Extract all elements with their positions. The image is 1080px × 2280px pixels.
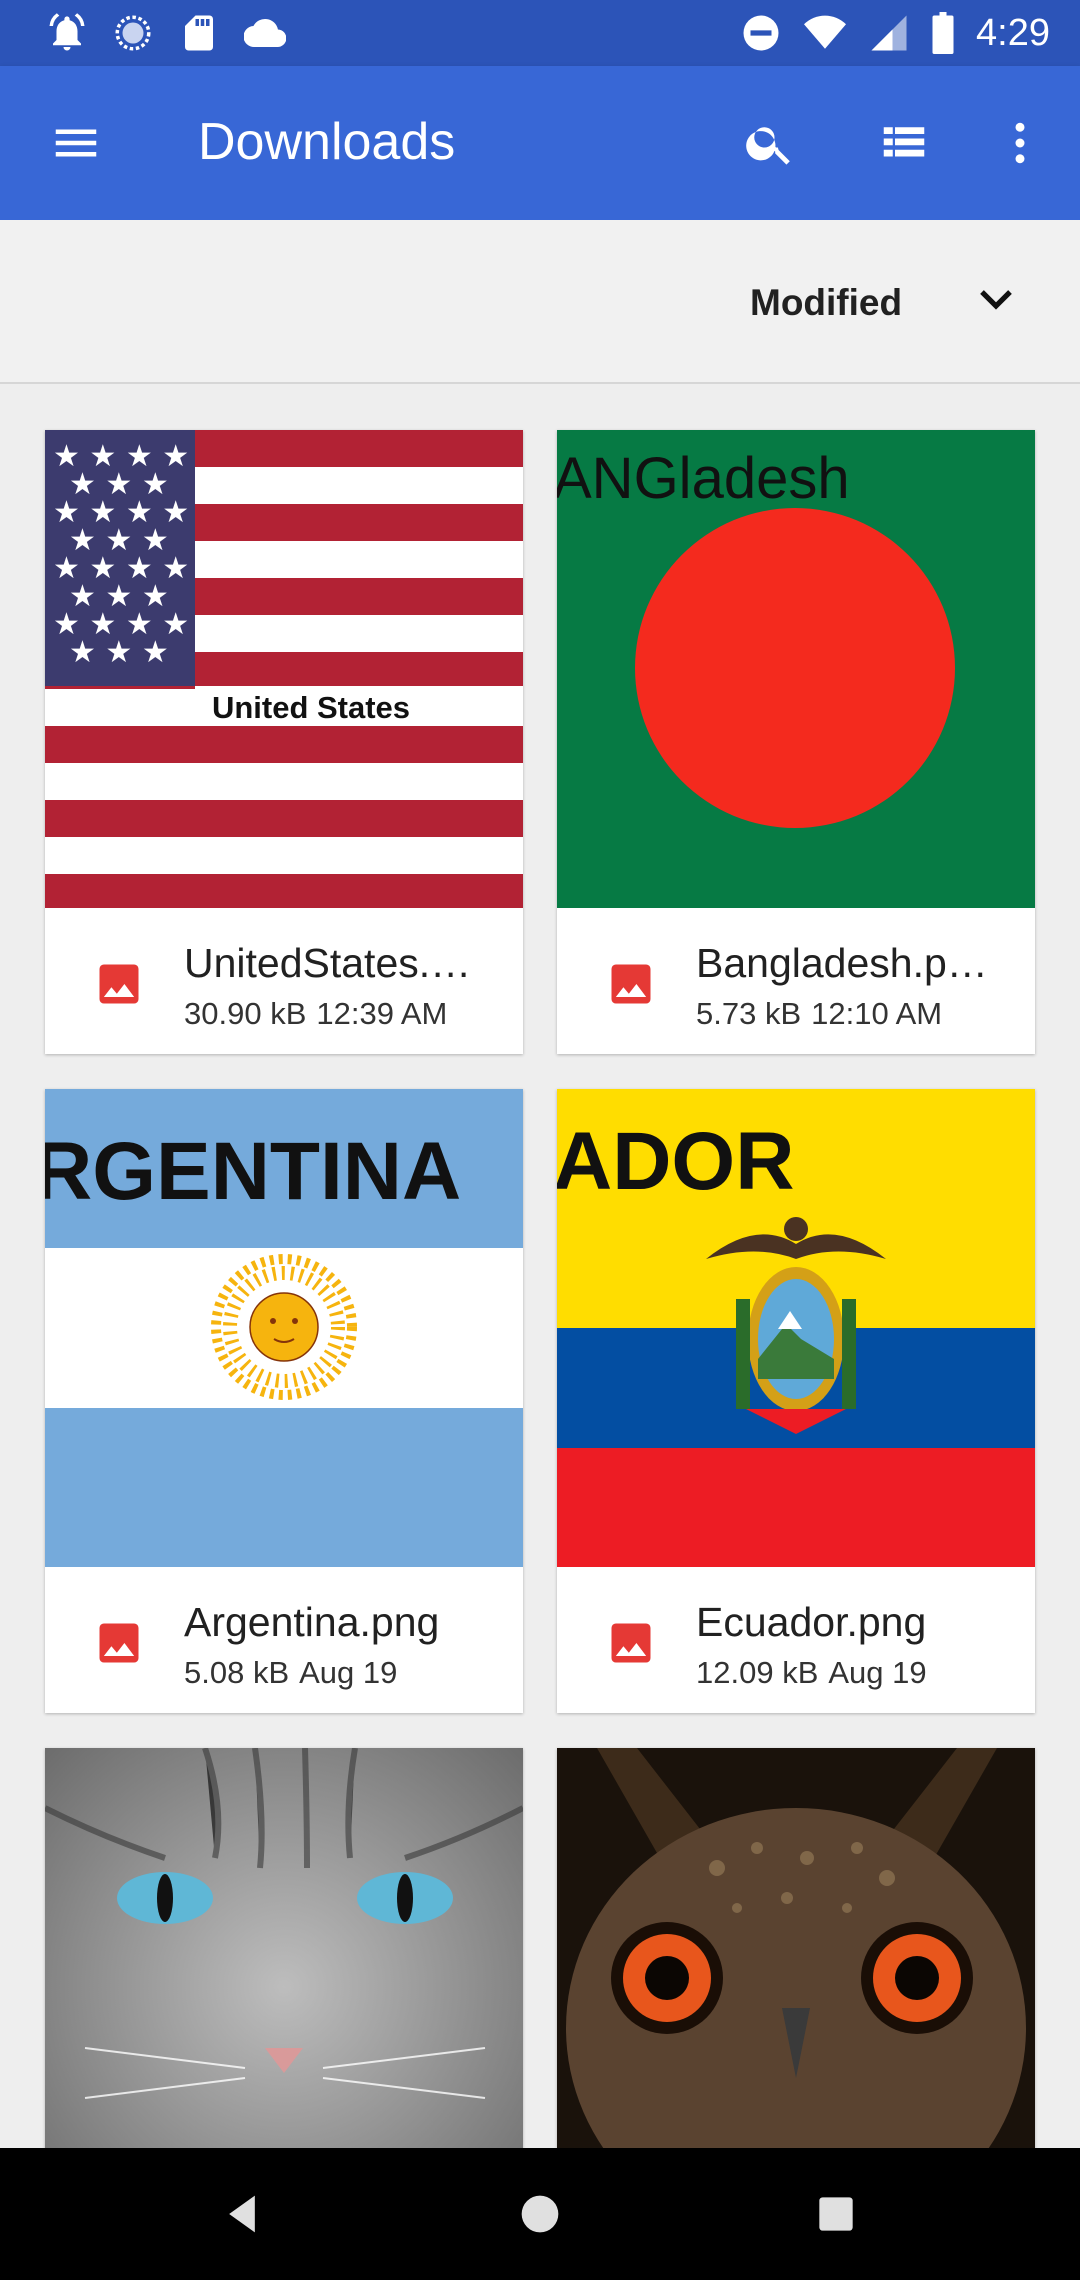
thumb-caption: RGENTINA (45, 1126, 461, 1217)
back-button[interactable] (206, 2178, 278, 2250)
file-grid: ★ ★ ★ ★ ★ ★ ★ ★ ★ ★ ★ ★ ★ ★ ★ ★ ★ ★ ★ ★ ★ ★… (0, 384, 1080, 2148)
search-icon (746, 127, 790, 165)
image-file-icon (611, 964, 651, 1004)
recents-icon (819, 2197, 853, 2231)
bangladesh-flag-image: ANGladesh (557, 430, 1035, 908)
list-view-button[interactable] (870, 109, 938, 177)
owl-photo-image (557, 1748, 1035, 2148)
file-thumbnail: ★ ★ ★ ★ ★ ★ ★ ★ ★ ★ ★ ★ ★ ★ ★ ★ ★ ★ ★ ★ ★ ★… (45, 430, 523, 908)
image-file-icon (99, 1623, 139, 1663)
file-name: Argentina.png (184, 1599, 440, 1645)
battery-icon (932, 12, 954, 54)
page-title: Downloads (198, 113, 456, 171)
status-bar: 4:29 (0, 0, 1080, 66)
do-not-disturb-icon (743, 15, 779, 51)
file-time: 12:10 AM (811, 996, 943, 1031)
file-time: Aug 19 (828, 1655, 927, 1690)
file-card[interactable]: ANGladesh Bangladesh.p… 5.73 kB 12:10 AM (557, 430, 1035, 1054)
file-details: 5.73 kB 12:10 AM (696, 996, 942, 1032)
recents-button[interactable] (800, 2178, 872, 2250)
file-time: 12:39 AM (316, 996, 448, 1031)
menu-icon (55, 129, 97, 157)
file-card[interactable]: RGENTINA Argentina.png 5.08 kB Aug 19 (45, 1089, 523, 1713)
sort-bar: Modified (0, 220, 1080, 384)
cloud-icon (244, 18, 286, 48)
overflow-menu-button[interactable] (986, 109, 1054, 177)
ecuador-flag-image: ADOR (557, 1089, 1035, 1567)
file-size: 5.08 kB (184, 1655, 290, 1690)
file-thumbnail (557, 1748, 1035, 2148)
image-file-icon (611, 1623, 651, 1663)
thumb-caption: United States (212, 690, 410, 725)
thumb-caption: ANGladesh (557, 446, 850, 511)
alarm-icon (49, 13, 85, 51)
file-card[interactable]: ★ ★ ★ ★ ★ ★ ★ ★ ★ ★ ★ ★ ★ ★ ★ ★ ★ ★ ★ ★ ★ ★… (45, 430, 523, 1054)
sort-dropdown-label[interactable]: Modified (750, 282, 902, 324)
list-view-icon (883, 127, 925, 157)
thumb-caption: ADOR (557, 1116, 794, 1207)
svg-text:★ ★ ★: ★ ★ ★ (69, 635, 169, 670)
file-size: 5.73 kB (696, 996, 802, 1031)
clock: 4:29 (976, 11, 1050, 54)
back-icon (229, 2195, 255, 2233)
menu-button[interactable] (42, 109, 110, 177)
file-card[interactable]: ADOR Ecuador.png 12.09 kB Aug 19 (557, 1089, 1035, 1713)
file-thumbnail: ADOR (557, 1089, 1035, 1567)
us-flag-image: ★ ★ ★ ★★ ★ ★ ★ ★ ★ ★★ ★ ★ ★ ★ ★ ★★ ★ ★ ★… (45, 430, 523, 908)
file-size: 30.90 kB (184, 996, 307, 1031)
file-details: 12.09 kB Aug 19 (696, 1655, 927, 1691)
cat-photo-image (45, 1748, 523, 2148)
file-details: 5.08 kB Aug 19 (184, 1655, 397, 1691)
image-file-icon (99, 964, 139, 1004)
argentina-flag-image: RGENTINA (45, 1089, 523, 1567)
file-size: 12.09 kB (696, 1655, 819, 1690)
app-bar: Downloads (0, 66, 1080, 220)
file-card[interactable] (45, 1748, 523, 2148)
file-details: 30.90 kB 12:39 AM (184, 996, 447, 1032)
file-name: Ecuador.png (696, 1599, 927, 1645)
navigation-bar (0, 2148, 1080, 2280)
file-name: Bangladesh.p… (696, 940, 988, 986)
home-button[interactable] (504, 2178, 576, 2250)
chevron-down-icon[interactable] (972, 276, 1020, 324)
more-vert-icon (1015, 122, 1025, 164)
file-card[interactable] (557, 1748, 1035, 2148)
home-icon (521, 2195, 559, 2233)
sync-icon (115, 15, 151, 51)
search-button[interactable] (736, 109, 804, 177)
wifi-icon (804, 15, 847, 49)
file-thumbnail: RGENTINA (45, 1089, 523, 1567)
file-name: UnitedStates.… (184, 940, 472, 986)
signal-icon (871, 15, 907, 51)
file-thumbnail (45, 1748, 523, 2148)
sd-card-icon (185, 15, 213, 51)
file-time: Aug 19 (299, 1655, 398, 1690)
file-thumbnail: ANGladesh (557, 430, 1035, 908)
